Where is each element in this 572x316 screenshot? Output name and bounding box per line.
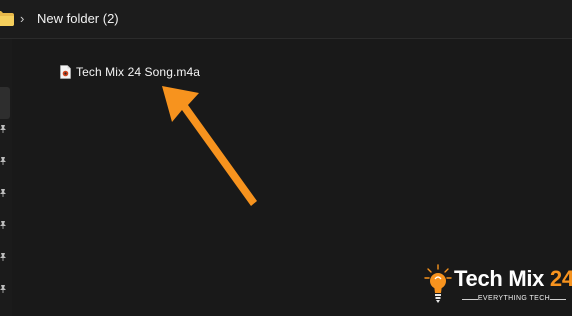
- watermark-logo: Tech Mix 24 EVERYTHING TECH: [424, 262, 572, 310]
- bulb-icon: [424, 264, 452, 303]
- pin-icon[interactable]: [0, 125, 7, 133]
- pin-icon[interactable]: [0, 189, 7, 197]
- pin-icon[interactable]: [0, 253, 7, 261]
- pin-icon[interactable]: [0, 157, 7, 165]
- watermark-title: Tech Mix 24: [454, 266, 572, 291]
- navigation-pane: [0, 39, 12, 316]
- annotation-arrow: [162, 86, 257, 206]
- file-item[interactable]: Tech Mix 24 Song.m4a: [60, 64, 200, 80]
- pin-icon[interactable]: [0, 285, 7, 293]
- pin-icon[interactable]: [0, 221, 7, 229]
- file-name: Tech Mix 24 Song.m4a: [76, 65, 201, 79]
- breadcrumb-current-folder[interactable]: New folder (2): [37, 11, 119, 26]
- watermark-tagline: EVERYTHING TECH: [462, 295, 566, 302]
- folder-icon: [0, 11, 14, 26]
- audio-file-icon: [60, 65, 71, 79]
- nav-pane-scrollbar[interactable]: [0, 87, 10, 119]
- address-bar: › New folder (2): [0, 0, 572, 39]
- chevron-right-icon: ›: [20, 11, 25, 26]
